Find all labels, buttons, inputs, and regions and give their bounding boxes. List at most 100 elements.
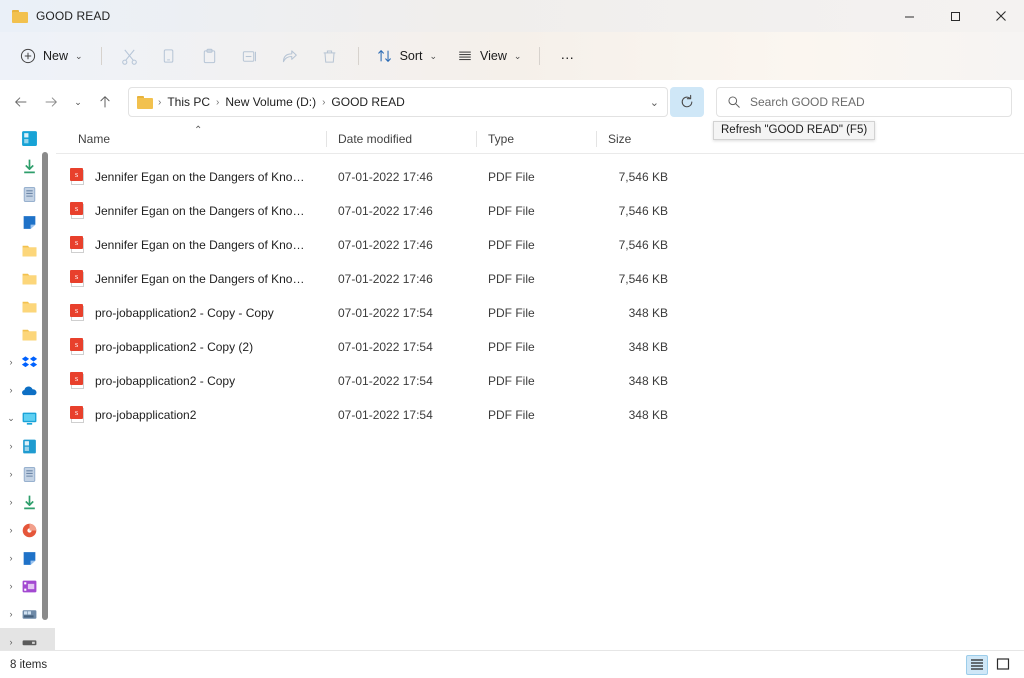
file-date: 07-01-2022 17:46: [338, 204, 433, 218]
table-row[interactable]: s pro-jobapplication2 - Copy - Copy 07-0…: [56, 296, 1024, 330]
sidebar-item-new-volume[interactable]: ›: [0, 628, 56, 650]
table-row[interactable]: s pro-jobapplication2 07-01-2022 17:54 P…: [56, 398, 1024, 432]
breadcrumb-good-read[interactable]: GOOD READ: [326, 93, 409, 111]
refresh-button[interactable]: [670, 87, 704, 117]
navigation-pane[interactable]: › › ›: [0, 124, 56, 650]
chevron-right-icon[interactable]: ›: [4, 525, 18, 535]
new-button[interactable]: New ⌄: [10, 40, 93, 72]
share-button[interactable]: [270, 40, 310, 72]
chevron-right-icon[interactable]: ›: [4, 581, 18, 591]
folder-icon: [137, 95, 153, 109]
chevron-down-icon[interactable]: ⌄: [4, 413, 18, 424]
file-name-cell[interactable]: s Jennifer Egan on the Dangers of Knowin…: [56, 270, 326, 288]
file-size: 348 KB: [628, 340, 668, 354]
chevron-right-icon[interactable]: ›: [4, 441, 18, 451]
sidebar-scrollbar[interactable]: [42, 152, 48, 620]
search-input[interactable]: Search GOOD READ: [750, 95, 865, 109]
file-size: 348 KB: [628, 374, 668, 388]
table-row[interactable]: s Jennifer Egan on the Dangers of Knowin…: [56, 194, 1024, 228]
sort-button[interactable]: Sort ⌄: [367, 40, 447, 72]
column-header-type[interactable]: Type: [476, 124, 596, 154]
chevron-right-icon[interactable]: ›: [4, 553, 18, 563]
recent-locations-button[interactable]: ⌄: [66, 87, 90, 117]
new-volume-icon: [22, 639, 37, 645]
window-title: GOOD READ: [36, 9, 111, 23]
chevron-right-icon[interactable]: ›: [4, 357, 18, 367]
table-row[interactable]: s Jennifer Egan on the Dangers of Knowin…: [56, 228, 1024, 262]
address-dropdown-icon[interactable]: ⌄: [650, 88, 659, 116]
see-more-button[interactable]: …: [548, 40, 588, 72]
file-name: pro-jobapplication2 - Copy (2): [95, 340, 254, 354]
this-pc-icon: [22, 412, 37, 425]
chevron-down-icon: ⌄: [75, 50, 83, 61]
back-button[interactable]: [6, 87, 36, 117]
chevron-right-icon[interactable]: ›: [4, 497, 18, 507]
delete-button[interactable]: [310, 40, 350, 72]
chevron-right-icon[interactable]: ›: [4, 637, 18, 647]
toolbar-divider-3: [539, 47, 541, 65]
up-button[interactable]: [90, 87, 120, 117]
file-name-cell[interactable]: s pro-jobapplication2: [56, 406, 326, 424]
cut-button[interactable]: [110, 40, 150, 72]
minimize-icon[interactable]: [886, 0, 932, 32]
address-row: ⌄ › This PC › New Volume (D:) › GOOD REA…: [0, 80, 1024, 124]
file-type: PDF File: [488, 204, 535, 218]
rename-button[interactable]: [230, 40, 270, 72]
window-controls: [886, 0, 1024, 32]
onedrive-cloud-icon: [22, 385, 37, 395]
address-bar[interactable]: › This PC › New Volume (D:) › GOOD READ …: [128, 87, 668, 117]
breadcrumb-this-pc[interactable]: This PC: [162, 93, 215, 111]
copy-icon: [163, 48, 174, 63]
chevron-right-icon[interactable]: ›: [4, 609, 18, 619]
close-icon[interactable]: [978, 0, 1024, 32]
chevron-down-icon: ⌄: [429, 50, 438, 61]
copy-button[interactable]: [150, 40, 190, 72]
breadcrumb-new-volume[interactable]: New Volume (D:): [220, 93, 321, 111]
file-type: PDF File: [488, 340, 535, 354]
pictures-icon: [23, 215, 36, 229]
sidebar-item-onedrive-personal[interactable]: ›: [0, 124, 56, 152]
file-date: 07-01-2022 17:46: [338, 238, 433, 252]
folder-icon: [22, 273, 37, 284]
view-button-label: View: [480, 49, 507, 63]
file-date: 07-01-2022 17:46: [338, 170, 433, 184]
view-toggle-group: [966, 654, 1014, 675]
column-header-name-label: Name: [78, 131, 111, 146]
pdf-file-icon: s: [70, 338, 86, 356]
forward-button[interactable]: [36, 87, 66, 117]
table-row[interactable]: s Jennifer Egan on the Dangers of Knowin…: [56, 160, 1024, 194]
sidebar-scrollbar-thumb[interactable]: [42, 152, 48, 620]
file-name-cell[interactable]: s pro-jobapplication2 - Copy (2): [56, 338, 326, 356]
table-row[interactable]: s pro-jobapplication2 - Copy (2) 07-01-2…: [56, 330, 1024, 364]
toolbar-divider: [100, 47, 102, 65]
file-name-cell[interactable]: s Jennifer Egan on the Dangers of Knowin…: [56, 168, 326, 186]
file-name-cell[interactable]: s Jennifer Egan on the Dangers of Knowin…: [56, 236, 326, 254]
column-header-name[interactable]: Name ⌃: [56, 124, 326, 154]
music-icon: [22, 523, 37, 537]
column-header-size[interactable]: Size: [596, 124, 678, 154]
maximize-icon[interactable]: [932, 0, 978, 32]
column-header-type-label: Type: [488, 131, 515, 146]
folder-icon: [22, 329, 37, 340]
details-view-button[interactable]: [966, 654, 988, 675]
file-name-cell[interactable]: s pro-jobapplication2 - Copy: [56, 372, 326, 390]
column-header-date-modified[interactable]: Date modified: [326, 124, 476, 154]
file-name-cell[interactable]: s pro-jobapplication2 - Copy - Copy: [56, 304, 326, 322]
pdf-file-icon: s: [70, 372, 86, 390]
chevron-right-icon[interactable]: ›: [4, 469, 18, 479]
local-disk-icon: [22, 609, 37, 619]
view-button[interactable]: View ⌄: [447, 40, 531, 72]
table-row[interactable]: s pro-jobapplication2 - Copy 07-01-2022 …: [56, 364, 1024, 398]
paste-button[interactable]: [190, 40, 230, 72]
clipboard-icon: [203, 48, 216, 63]
large-icons-view-button[interactable]: [992, 655, 1014, 675]
file-rows: s Jennifer Egan on the Dangers of Knowin…: [56, 154, 1024, 650]
file-size: 7,546 KB: [618, 272, 668, 286]
item-count: 8 items: [10, 658, 48, 671]
file-list-pane: Name ⌃ Date modified Type Size s Jennife…: [56, 124, 1024, 650]
chevron-right-icon[interactable]: ›: [4, 385, 18, 395]
table-row[interactable]: s Jennifer Egan on the Dangers of Knowin…: [56, 262, 1024, 296]
search-box[interactable]: Search GOOD READ: [716, 87, 1012, 117]
file-name-cell[interactable]: s Jennifer Egan on the Dangers of Knowin…: [56, 202, 326, 220]
file-name: Jennifer Egan on the Dangers of Knowing…: [95, 204, 313, 218]
